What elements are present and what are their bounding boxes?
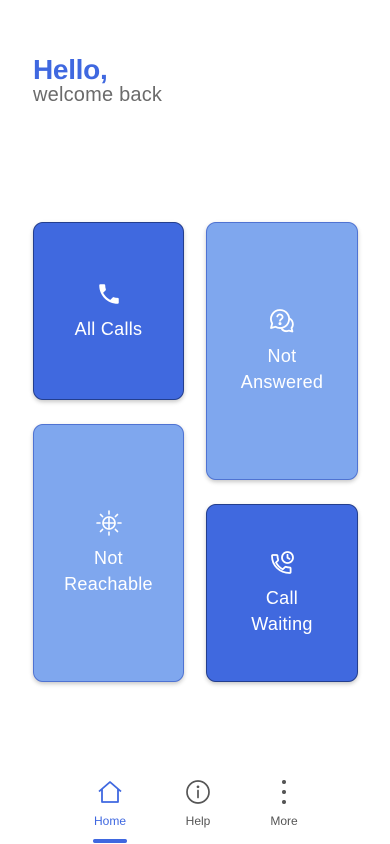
info-icon	[184, 778, 212, 806]
bottom-navigation: Home Help More	[0, 770, 390, 844]
nav-help-label: Help	[185, 814, 211, 828]
not-answered-tile[interactable]: Not Answered	[206, 222, 358, 480]
not-reachable-tile[interactable]: Not Reachable	[33, 424, 184, 682]
call-waiting-label: Call Waiting	[251, 588, 313, 634]
phone-icon	[95, 280, 123, 308]
greeting-header: Hello, welcome back	[33, 54, 162, 106]
nav-item-help[interactable]: Help	[168, 778, 228, 828]
phone-clock-icon	[268, 549, 296, 577]
active-tab-indicator	[93, 839, 127, 843]
all-calls-tile[interactable]: All Calls	[33, 222, 184, 400]
nav-more-label: More	[270, 814, 298, 828]
call-waiting-tile[interactable]: Call Waiting	[206, 504, 358, 682]
greeting-subtitle: welcome back	[33, 84, 163, 106]
more-vertical-icon	[270, 778, 298, 806]
home-icon	[96, 778, 124, 806]
nav-item-more[interactable]: More	[254, 778, 314, 828]
all-calls-label: All Calls	[74, 319, 143, 339]
nav-item-home[interactable]: Home	[80, 778, 140, 828]
not-answered-label: Not Answered	[240, 346, 324, 392]
not-reachable-label: Not Reachable	[64, 548, 153, 594]
signal-antenna-icon	[95, 509, 123, 537]
greeting-title: Hello,	[33, 54, 108, 85]
nav-home-label: Home	[93, 814, 126, 828]
question-chat-icon	[268, 307, 296, 335]
